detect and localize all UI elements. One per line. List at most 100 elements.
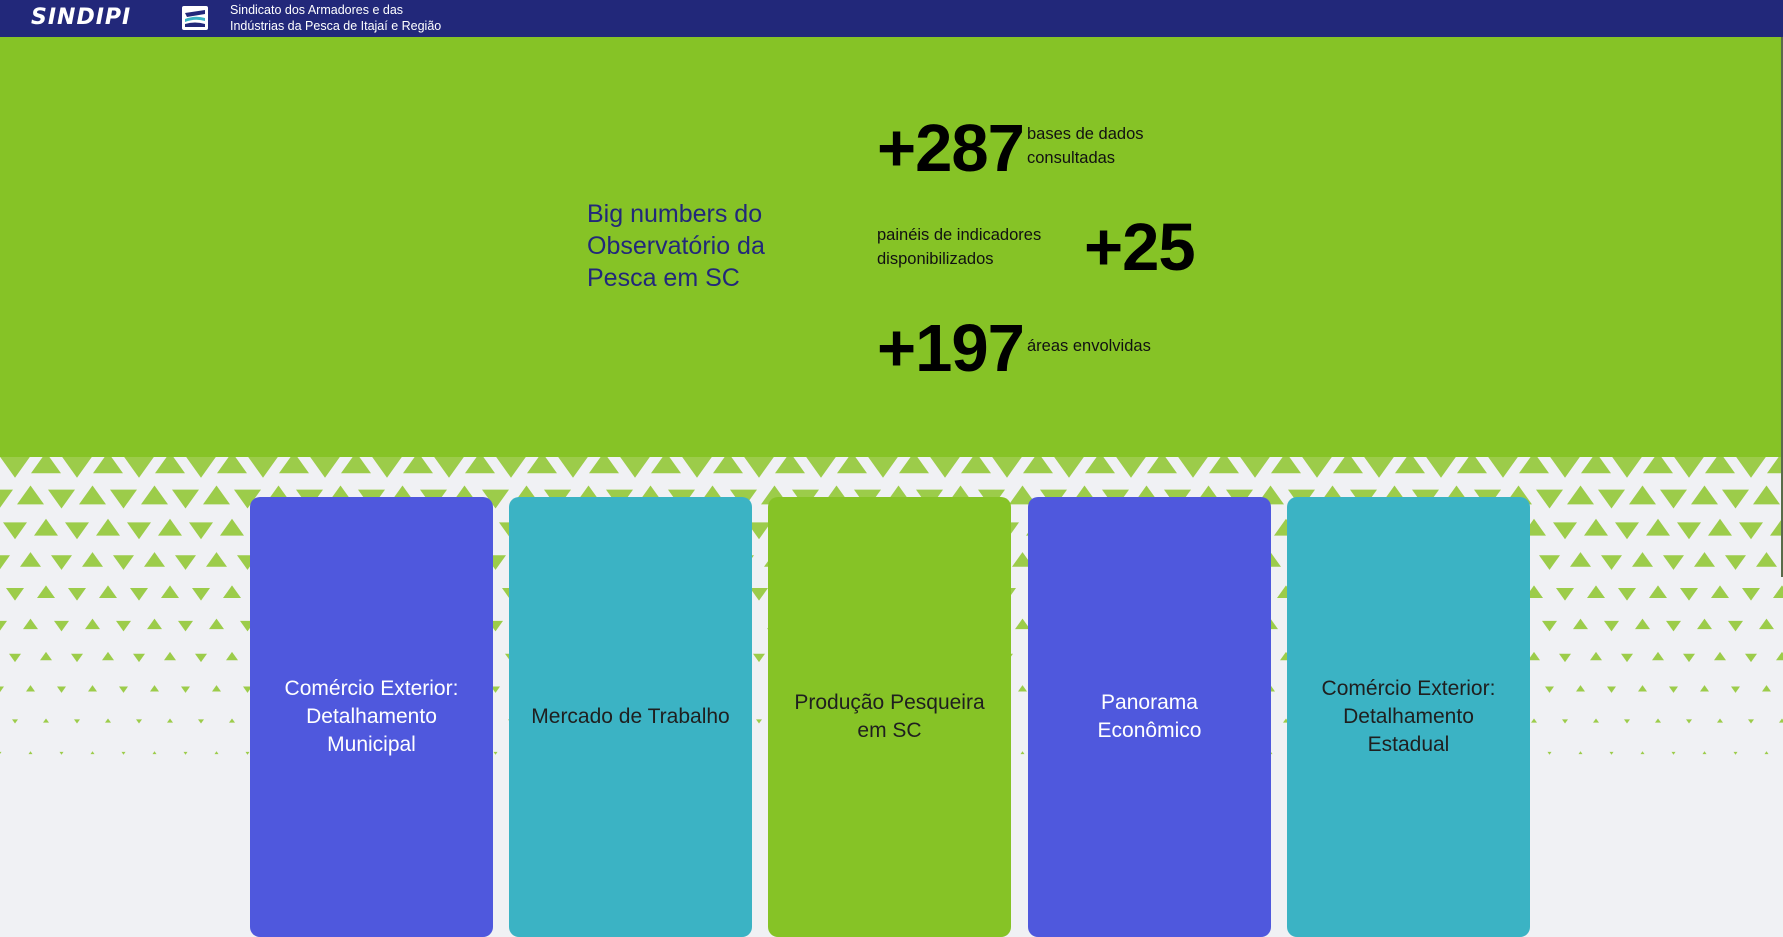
pattern-triangle <box>1753 485 1780 505</box>
pattern-triangle <box>141 485 168 505</box>
pattern-triangle <box>229 718 235 723</box>
pattern-triangle <box>192 588 210 601</box>
pattern-triangle <box>1748 719 1754 724</box>
pattern-triangle <box>93 457 123 474</box>
pattern-triangle <box>1020 751 1025 755</box>
pattern-triangle <box>28 751 33 755</box>
pattern-triangle <box>1547 751 1552 755</box>
stat-areas-caption: áreas envolvidas <box>1027 337 1151 355</box>
pattern-triangle <box>26 685 35 692</box>
pattern-triangle <box>88 685 97 692</box>
pattern-triangle <box>1694 552 1715 567</box>
pattern-triangle <box>9 653 21 663</box>
pattern-triangle <box>1621 653 1633 663</box>
pattern-triangle <box>20 552 41 567</box>
pattern-triangle <box>1116 457 1146 478</box>
pattern-triangle <box>713 457 743 474</box>
pattern-triangle <box>756 719 762 724</box>
pattern-triangle <box>133 653 145 663</box>
pattern-triangle <box>1578 751 1583 755</box>
stat-databases-number: +287 <box>877 111 1025 186</box>
pattern-triangle <box>0 751 2 755</box>
pattern-triangle <box>1705 457 1735 474</box>
pattern-triangle <box>1426 457 1456 478</box>
pattern-triangle <box>1539 555 1560 570</box>
pattern-triangle <box>1655 718 1661 723</box>
pattern-triangle <box>1671 751 1676 755</box>
pattern-triangle <box>1085 457 1115 474</box>
pattern-triangle <box>1550 457 1580 478</box>
pattern-triangle <box>17 485 44 505</box>
pattern-triangle <box>161 585 179 598</box>
pattern-triangle <box>1725 555 1746 570</box>
stat-databases-caption-line-2: consultadas <box>1027 149 1116 167</box>
pattern-triangle <box>744 457 774 478</box>
card-producao-pesqueira[interactable]: Produção Pesqueira em SC <box>768 497 1011 937</box>
pattern-triangle <box>1615 522 1639 540</box>
card-mercado-de-trabalho[interactable]: Mercado de Trabalho <box>509 497 752 937</box>
pattern-triangle <box>1598 489 1625 509</box>
pattern-triangle <box>1669 686 1678 693</box>
pattern-triangle <box>189 522 213 540</box>
pattern-triangle <box>175 555 196 570</box>
pattern-triangle <box>1632 552 1653 567</box>
pattern-triangle <box>868 457 898 478</box>
pattern-triangle <box>434 457 464 478</box>
pattern-triangle <box>51 555 72 570</box>
pattern-triangle <box>82 552 103 567</box>
pattern-triangle <box>1531 718 1537 723</box>
pattern-triangle <box>992 457 1022 478</box>
pattern-triangle <box>1759 618 1774 630</box>
pattern-triangle <box>341 457 371 474</box>
pattern-triangle <box>1680 588 1698 601</box>
pattern-triangle <box>74 719 80 724</box>
pattern-triangle <box>31 457 61 474</box>
card-comercio-exterior-municipal[interactable]: Comércio Exterior: Detalhamento Municipa… <box>250 497 493 937</box>
pattern-triangle <box>1581 457 1611 474</box>
pattern-triangle <box>245 751 250 755</box>
pattern-triangle <box>1147 457 1177 474</box>
pattern-triangle <box>527 457 557 474</box>
pattern-triangle <box>124 457 154 478</box>
pattern-triangle <box>1773 585 1783 598</box>
top-header: SINDIPI Sindicato dos Armadores e das In… <box>0 0 1783 37</box>
pattern-triangle <box>68 588 86 601</box>
pattern-triangle <box>1739 522 1763 540</box>
card-panorama-economico[interactable]: Panorama Econômico <box>1028 497 1271 937</box>
pattern-triangle <box>1640 751 1645 755</box>
pattern-triangle <box>105 718 111 723</box>
pattern-triangle <box>203 485 230 505</box>
pattern-triangle <box>119 686 128 693</box>
card-label: Mercado de Trabalho <box>531 705 730 728</box>
pattern-triangle <box>172 489 199 509</box>
card-label: Produção Pesqueira em SC <box>794 691 985 742</box>
pattern-triangle <box>1584 518 1608 536</box>
pattern-triangle <box>1240 457 1270 478</box>
pattern-triangle <box>79 485 106 505</box>
pattern-triangle <box>682 457 712 478</box>
pattern-triangle <box>212 685 221 692</box>
pattern-triangle <box>1567 485 1594 505</box>
pattern-triangle <box>217 457 247 474</box>
pattern-triangle <box>1733 751 1738 755</box>
pattern-triangle <box>48 489 75 509</box>
org-name-line-2: Indústrias da Pesca de Itajaí e Região <box>230 19 442 33</box>
pattern-triangle <box>1708 518 1732 536</box>
pattern-triangle <box>1674 457 1704 478</box>
pattern-triangle <box>226 651 238 661</box>
pattern-triangle <box>186 457 216 478</box>
pattern-triangle <box>1635 618 1650 630</box>
card-comercio-exterior-estadual[interactable]: Comércio Exterior: Detalhamento Estadual <box>1287 497 1530 937</box>
pattern-triangle <box>158 518 182 536</box>
pattern-triangle <box>1556 588 1574 601</box>
pattern-triangle <box>1646 518 1670 536</box>
pattern-triangle <box>164 651 176 661</box>
pattern-triangle <box>102 651 114 661</box>
pattern-triangle <box>40 651 52 661</box>
pattern-triangle <box>155 457 185 474</box>
pattern-triangle <box>152 751 157 755</box>
pattern-triangle <box>1573 618 1588 630</box>
sindipi-logo[interactable]: SINDIPI <box>31 5 131 31</box>
pattern-triangle <box>1731 686 1740 693</box>
pattern-triangle <box>1536 489 1563 509</box>
